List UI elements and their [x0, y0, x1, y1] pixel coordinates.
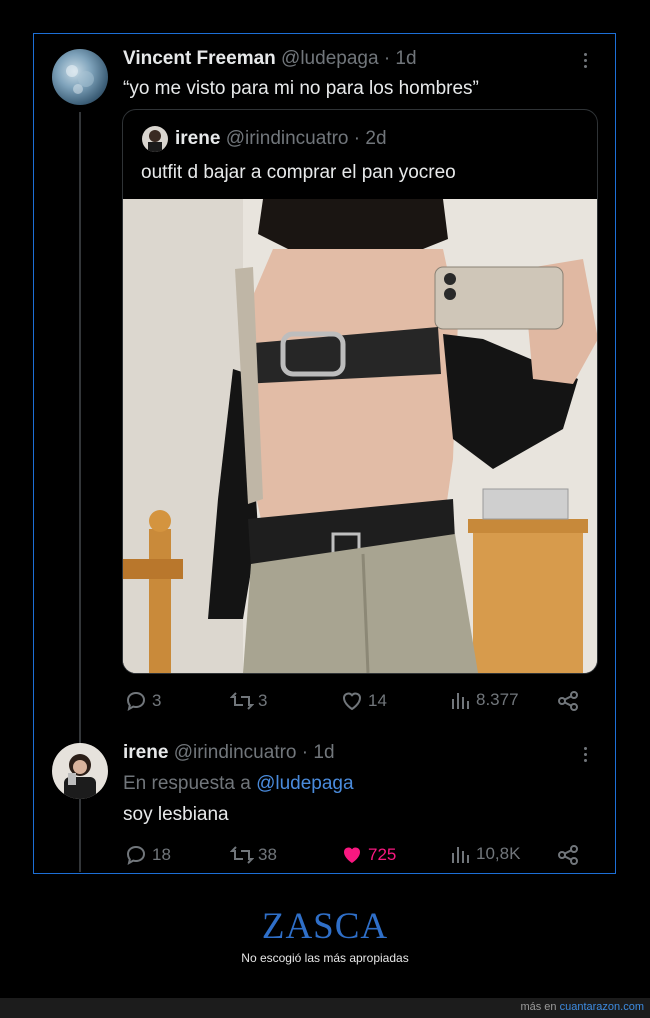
reply-count: 18: [152, 845, 171, 864]
retweet-icon: [230, 846, 254, 864]
reply-context: En respuesta a @ludepaga: [123, 773, 354, 795]
views-button[interactable]: 10,8K: [450, 843, 520, 865]
quoted-time: · 2d: [353, 128, 387, 149]
author-handle[interactable]: @irindincuatro: [174, 742, 297, 763]
like-button[interactable]: 14: [340, 689, 387, 713]
retweet-count: 3: [258, 691, 268, 710]
tweet1-header: Vincent Freeman @ludepaga · 1d: [123, 48, 417, 70]
bar-chart-icon: [452, 847, 469, 863]
avatar-irene-small: [142, 126, 168, 152]
quoted-header: irene @irindincuatro · 2d: [175, 128, 387, 150]
quoted-photo[interactable]: [123, 199, 597, 673]
reply-button[interactable]: 18: [124, 843, 171, 867]
heart-icon: [342, 692, 362, 711]
like-count: 14: [368, 691, 387, 710]
footer-bar: más en cuantarazon.com: [0, 998, 650, 1018]
author-handle[interactable]: @ludepaga: [281, 48, 378, 69]
reply-prefix: En respuesta a: [123, 773, 251, 794]
person-photo-icon: [64, 754, 96, 799]
share-icon: [558, 691, 578, 711]
more-options-icon[interactable]: [584, 53, 588, 71]
reply-icon: [126, 845, 146, 865]
avatar-irene[interactable]: [52, 743, 108, 799]
like-count: 725: [368, 845, 397, 864]
quoted-author-name: irene: [175, 128, 221, 149]
tweet2-actions: 18 38 725 10,8K: [124, 843, 584, 869]
retweet-button[interactable]: 3: [230, 689, 267, 713]
share-icon: [558, 845, 578, 865]
view-count: 8.377: [476, 690, 519, 709]
tweet-time[interactable]: · 1d: [302, 742, 335, 763]
mirror-selfie-image: [123, 199, 597, 673]
tweet2-text: soy lesbiana: [123, 804, 229, 825]
retweet-button[interactable]: 38: [230, 843, 277, 867]
quoted-author-handle: @irindincuatro: [225, 128, 349, 149]
meme-caption: No escogió las más apropiadas: [241, 951, 409, 965]
retweet-icon: [230, 692, 254, 710]
share-button[interactable]: [556, 689, 580, 713]
more-options-icon[interactable]: [584, 747, 588, 765]
avatar-vincent[interactable]: [52, 49, 108, 105]
quoted-text: outfit d bajar a comprar el pan yocreo: [141, 162, 456, 183]
tweet2-header: irene @irindincuatro · 1d: [123, 742, 335, 764]
meme-title: ZASCA: [261, 906, 389, 947]
footer-text: más en cuantarazon.com: [520, 1001, 644, 1013]
reply-mention-link[interactable]: @ludepaga: [256, 773, 353, 794]
reply-button[interactable]: 3: [124, 689, 161, 713]
reply-icon: [126, 691, 146, 711]
view-count: 10,8K: [476, 844, 521, 863]
share-button[interactable]: [556, 843, 580, 867]
moon-texture-icon: [66, 65, 94, 94]
author-name[interactable]: Vincent Freeman: [123, 48, 276, 69]
retweet-count: 38: [258, 845, 277, 864]
footer-prefix: más en: [520, 1001, 557, 1013]
tweet1-actions: 3 3 14 8.377: [124, 689, 584, 715]
author-name[interactable]: irene: [123, 742, 168, 763]
reply-count: 3: [152, 691, 162, 710]
tweet1-text: “yo me visto para mi no para los hombres…: [123, 78, 479, 99]
like-button-active[interactable]: 725: [340, 843, 396, 867]
site-link[interactable]: cuantarazon.com: [560, 1001, 644, 1013]
person-photo-icon: [148, 130, 162, 152]
tweet-time[interactable]: · 1d: [384, 48, 417, 69]
heart-filled-icon: [344, 847, 360, 863]
bar-chart-icon: [452, 693, 469, 709]
views-button[interactable]: 8.377: [450, 689, 519, 711]
quoted-tweet[interactable]: irene @irindincuatro · 2d outfit d bajar…: [122, 109, 598, 674]
